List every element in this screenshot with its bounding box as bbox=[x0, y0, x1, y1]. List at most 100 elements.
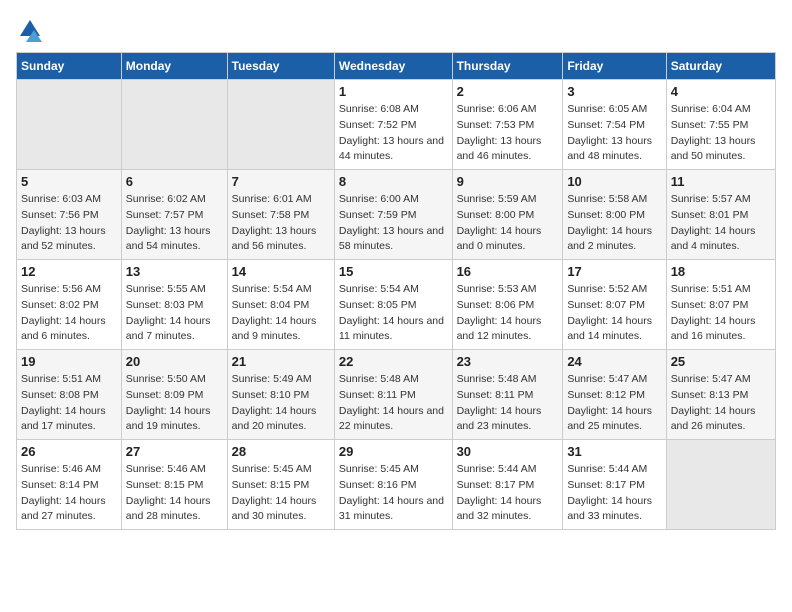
day-info: Sunrise: 6:05 AMSunset: 7:54 PMDaylight:… bbox=[567, 102, 661, 165]
day-number: 29 bbox=[339, 444, 448, 459]
day-number: 24 bbox=[567, 354, 661, 369]
calendar-cell: 2 Sunrise: 6:06 AMSunset: 7:53 PMDaylight… bbox=[452, 80, 563, 170]
calendar-cell: 16Sunrise: 5:53 AMSunset: 8:06 PMDayligh… bbox=[452, 260, 563, 350]
calendar-cell bbox=[227, 80, 334, 170]
day-info: Sunrise: 5:51 AMSunset: 8:08 PMDaylight:… bbox=[21, 372, 117, 435]
day-info: Sunrise: 5:45 AMSunset: 8:15 PMDaylight:… bbox=[232, 462, 330, 525]
calendar-cell: 13 Sunrise: 5:55 AMSunset: 8:03 PMDayligh… bbox=[121, 260, 227, 350]
calendar-cell bbox=[121, 80, 227, 170]
day-number: 3 bbox=[567, 84, 661, 99]
day-info: Sunrise: 5:52 AMSunset: 8:07 PMDaylight:… bbox=[567, 282, 661, 345]
day-info: Sunrise: 5:45 AMSunset: 8:16 PMDaylight:… bbox=[339, 462, 448, 525]
day-info: Sunrise: 6:08 AMSunset: 7:52 PMDaylight:… bbox=[339, 102, 448, 165]
day-number: 10 bbox=[567, 174, 661, 189]
col-header-tuesday: Tuesday bbox=[227, 53, 334, 80]
calendar-cell: 1Sunrise: 6:08 AMSunset: 7:52 PMDaylight… bbox=[334, 80, 452, 170]
week-row-3: 12 Sunrise: 5:56 AMSunset: 8:02 PMDayligh… bbox=[17, 260, 776, 350]
week-row-1: 1Sunrise: 6:08 AMSunset: 7:52 PMDaylight… bbox=[17, 80, 776, 170]
day-info: Sunrise: 5:57 AMSunset: 8:01 PMDaylight:… bbox=[671, 192, 771, 255]
day-info: Sunrise: 5:48 AMSunset: 8:11 PMDaylight:… bbox=[457, 372, 559, 435]
calendar-cell: 15 Sunrise: 5:54 AMSunset: 8:05 PMDayligh… bbox=[334, 260, 452, 350]
col-header-sunday: Sunday bbox=[17, 53, 122, 80]
calendar-cell: 18 Sunrise: 5:51 AMSunset: 8:07 PMDayligh… bbox=[666, 260, 775, 350]
day-info: Sunrise: 5:59 AMSunset: 8:00 PMDaylight:… bbox=[457, 192, 559, 255]
day-number: 5 bbox=[21, 174, 117, 189]
calendar-cell: 21 Sunrise: 5:49 AMSunset: 8:10 PMDayligh… bbox=[227, 350, 334, 440]
day-number: 16 bbox=[457, 264, 559, 279]
calendar-cell: 20Sunrise: 5:50 AMSunset: 8:09 PMDayligh… bbox=[121, 350, 227, 440]
day-number: 21 bbox=[232, 354, 330, 369]
calendar-cell: 25 Sunrise: 5:47 AMSunset: 8:13 PMDayligh… bbox=[666, 350, 775, 440]
calendar-cell: 10 Sunrise: 5:58 AMSunset: 8:00 PMDayligh… bbox=[563, 170, 666, 260]
calendar-cell: 19Sunrise: 5:51 AMSunset: 8:08 PMDayligh… bbox=[17, 350, 122, 440]
calendar-cell: 28 Sunrise: 5:45 AMSunset: 8:15 PMDayligh… bbox=[227, 440, 334, 530]
calendar-cell: 23Sunrise: 5:48 AMSunset: 8:11 PMDayligh… bbox=[452, 350, 563, 440]
day-number: 30 bbox=[457, 444, 559, 459]
day-number: 8 bbox=[339, 174, 448, 189]
day-info: Sunrise: 5:46 AMSunset: 8:15 PMDaylight:… bbox=[126, 462, 223, 525]
calendar-cell: 30 Sunrise: 5:44 AMSunset: 8:17 PMDayligh… bbox=[452, 440, 563, 530]
col-header-saturday: Saturday bbox=[666, 53, 775, 80]
day-info: Sunrise: 5:46 AMSunset: 8:14 PMDaylight:… bbox=[21, 462, 117, 525]
day-info: Sunrise: 6:06 AMSunset: 7:53 PMDaylight:… bbox=[457, 102, 559, 165]
day-number: 12 bbox=[21, 264, 117, 279]
day-number: 4 bbox=[671, 84, 771, 99]
week-row-5: 26 Sunrise: 5:46 AMSunset: 8:14 PMDayligh… bbox=[17, 440, 776, 530]
calendar-cell: 12 Sunrise: 5:56 AMSunset: 8:02 PMDayligh… bbox=[17, 260, 122, 350]
day-info: Sunrise: 5:47 AMSunset: 8:13 PMDaylight:… bbox=[671, 372, 771, 435]
col-header-friday: Friday bbox=[563, 53, 666, 80]
day-number: 26 bbox=[21, 444, 117, 459]
calendar-cell: 29 Sunrise: 5:45 AMSunset: 8:16 PMDayligh… bbox=[334, 440, 452, 530]
day-number: 18 bbox=[671, 264, 771, 279]
day-number: 6 bbox=[126, 174, 223, 189]
day-info: Sunrise: 5:49 AMSunset: 8:10 PMDaylight:… bbox=[232, 372, 330, 435]
day-number: 25 bbox=[671, 354, 771, 369]
day-info: Sunrise: 5:50 AMSunset: 8:09 PMDaylight:… bbox=[126, 372, 223, 435]
day-info: Sunrise: 6:04 AMSunset: 7:55 PMDaylight:… bbox=[671, 102, 771, 165]
day-info: Sunrise: 5:58 AMSunset: 8:00 PMDaylight:… bbox=[567, 192, 661, 255]
calendar-cell: 24 Sunrise: 5:47 AMSunset: 8:12 PMDayligh… bbox=[563, 350, 666, 440]
day-number: 11 bbox=[671, 174, 771, 189]
calendar-cell: 7 Sunrise: 6:01 AMSunset: 7:58 PMDaylight… bbox=[227, 170, 334, 260]
day-info: Sunrise: 5:51 AMSunset: 8:07 PMDaylight:… bbox=[671, 282, 771, 345]
page-header bbox=[16, 16, 776, 44]
day-number: 13 bbox=[126, 264, 223, 279]
calendar-cell: 9 Sunrise: 5:59 AMSunset: 8:00 PMDaylight… bbox=[452, 170, 563, 260]
calendar-cell: 6Sunrise: 6:02 AMSunset: 7:57 PMDaylight… bbox=[121, 170, 227, 260]
calendar-cell: 22 Sunrise: 5:48 AMSunset: 8:11 PMDayligh… bbox=[334, 350, 452, 440]
calendar-cell bbox=[17, 80, 122, 170]
logo-icon bbox=[16, 16, 44, 44]
day-info: Sunrise: 6:03 AMSunset: 7:56 PMDaylight:… bbox=[21, 192, 117, 255]
day-number: 14 bbox=[232, 264, 330, 279]
day-number: 17 bbox=[567, 264, 661, 279]
week-row-4: 19Sunrise: 5:51 AMSunset: 8:08 PMDayligh… bbox=[17, 350, 776, 440]
day-number: 22 bbox=[339, 354, 448, 369]
day-info: Sunrise: 5:55 AMSunset: 8:03 PMDaylight:… bbox=[126, 282, 223, 345]
day-info: Sunrise: 6:01 AMSunset: 7:58 PMDaylight:… bbox=[232, 192, 330, 255]
calendar-cell bbox=[666, 440, 775, 530]
calendar-cell: 4 Sunrise: 6:04 AMSunset: 7:55 PMDaylight… bbox=[666, 80, 775, 170]
day-number: 2 bbox=[457, 84, 559, 99]
day-info: Sunrise: 5:44 AMSunset: 8:17 PMDaylight:… bbox=[457, 462, 559, 525]
col-header-thursday: Thursday bbox=[452, 53, 563, 80]
day-number: 9 bbox=[457, 174, 559, 189]
calendar-cell: 17 Sunrise: 5:52 AMSunset: 8:07 PMDayligh… bbox=[563, 260, 666, 350]
day-info: Sunrise: 5:54 AMSunset: 8:05 PMDaylight:… bbox=[339, 282, 448, 345]
day-number: 15 bbox=[339, 264, 448, 279]
calendar-cell: 11 Sunrise: 5:57 AMSunset: 8:01 PMDayligh… bbox=[666, 170, 775, 260]
day-info: Sunrise: 5:48 AMSunset: 8:11 PMDaylight:… bbox=[339, 372, 448, 435]
calendar-cell: 26 Sunrise: 5:46 AMSunset: 8:14 PMDayligh… bbox=[17, 440, 122, 530]
logo bbox=[16, 16, 48, 44]
day-info: Sunrise: 6:00 AMSunset: 7:59 PMDaylight:… bbox=[339, 192, 448, 255]
day-number: 7 bbox=[232, 174, 330, 189]
calendar-cell: 27Sunrise: 5:46 AMSunset: 8:15 PMDayligh… bbox=[121, 440, 227, 530]
day-number: 31 bbox=[567, 444, 661, 459]
day-info: Sunrise: 5:47 AMSunset: 8:12 PMDaylight:… bbox=[567, 372, 661, 435]
day-number: 28 bbox=[232, 444, 330, 459]
day-info: Sunrise: 5:54 AMSunset: 8:04 PMDaylight:… bbox=[232, 282, 330, 345]
calendar-cell: 14 Sunrise: 5:54 AMSunset: 8:04 PMDayligh… bbox=[227, 260, 334, 350]
calendar-cell: 5 Sunrise: 6:03 AMSunset: 7:56 PMDaylight… bbox=[17, 170, 122, 260]
header-row: SundayMondayTuesdayWednesdayThursdayFrid… bbox=[17, 53, 776, 80]
day-info: Sunrise: 5:56 AMSunset: 8:02 PMDaylight:… bbox=[21, 282, 117, 345]
calendar-cell: 31Sunrise: 5:44 AMSunset: 8:17 PMDayligh… bbox=[563, 440, 666, 530]
